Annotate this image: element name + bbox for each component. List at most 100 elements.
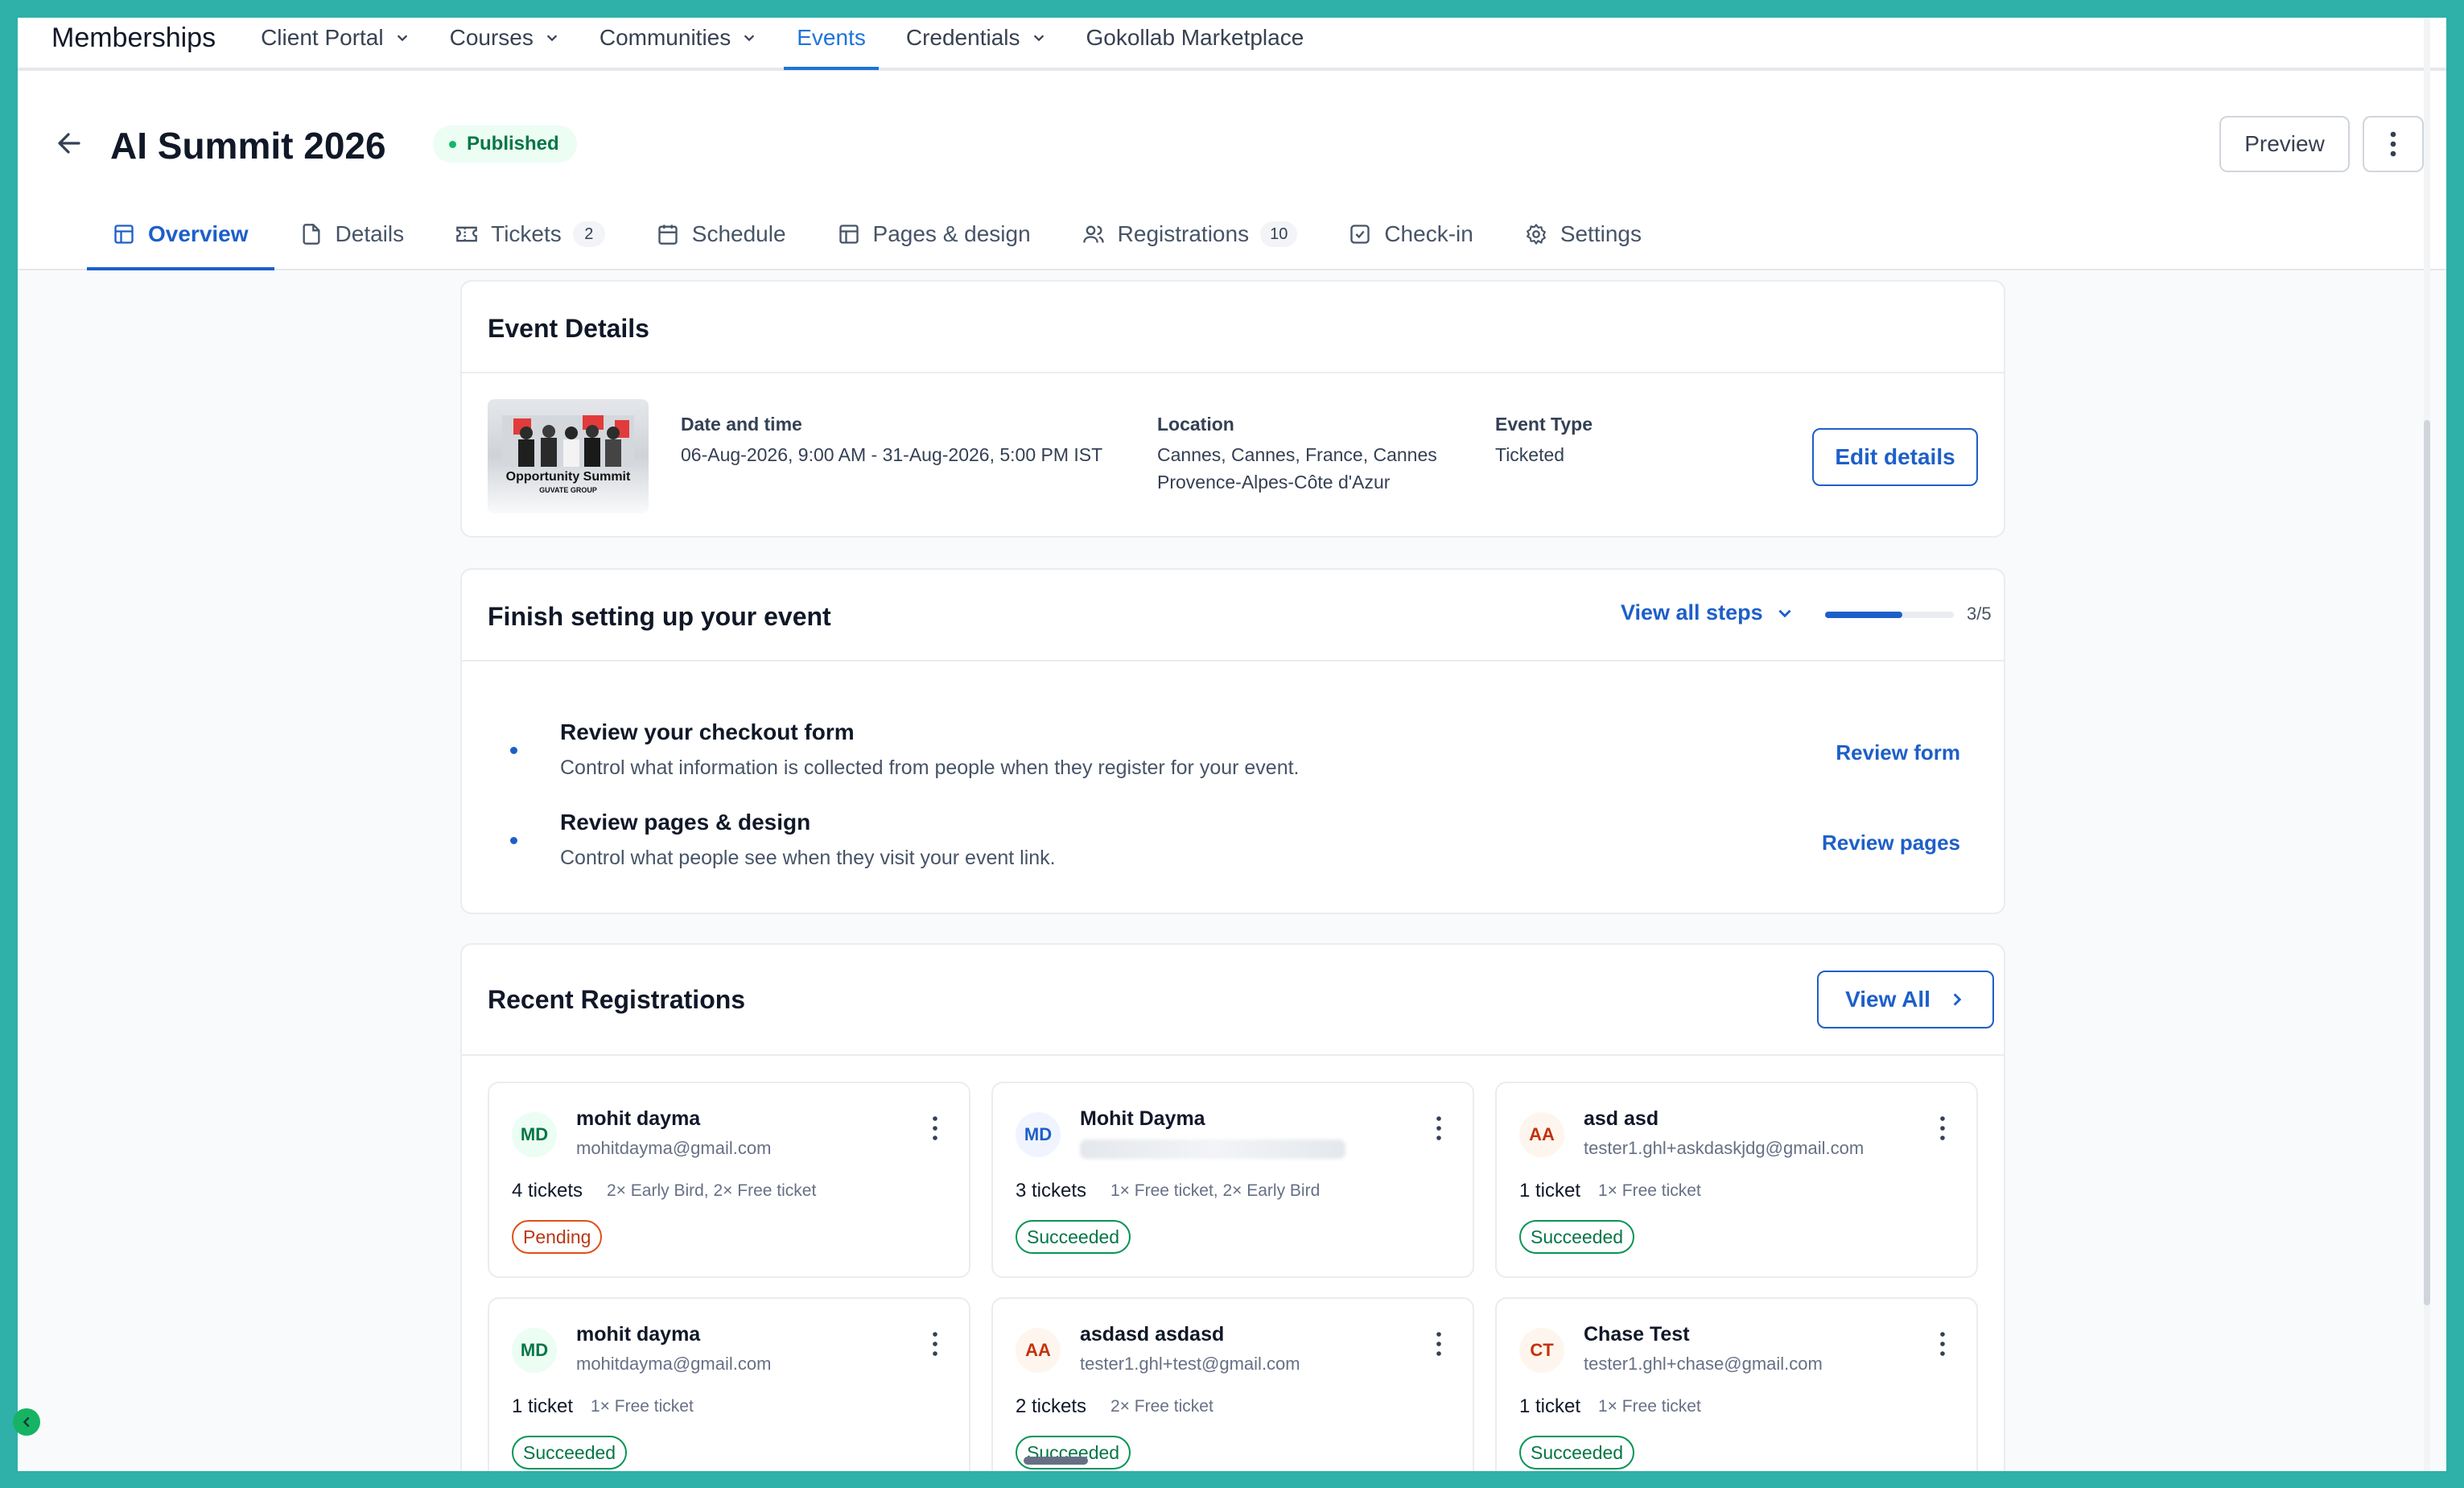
registration-card[interactable]: MD Mohit Dayma 3 tickets 1× Free ticket,… bbox=[991, 1082, 1474, 1278]
payment-status-badge: Pending bbox=[512, 1220, 603, 1254]
file-icon bbox=[303, 224, 320, 245]
ticket-count: 1 ticket bbox=[1519, 1180, 1581, 1202]
recent-registrations-card: Recent Registrations View All MD mohit d… bbox=[460, 943, 2005, 1471]
chevron-left-icon bbox=[23, 1416, 30, 1428]
review-pages-link[interactable]: Review pages bbox=[1822, 831, 1960, 855]
tab-pages-design[interactable]: Pages & design bbox=[812, 198, 1057, 270]
back-arrow-icon[interactable] bbox=[53, 127, 85, 159]
avatar: MD bbox=[512, 1328, 557, 1373]
tab-label: Settings bbox=[1560, 221, 1642, 246]
registration-card[interactable]: MD mohit dayma mohitdayma@gmail.com 1 ti… bbox=[488, 1297, 970, 1471]
finish-setup-card: Finish setting up your event View all st… bbox=[460, 568, 2005, 914]
step-description: Control what information is collected fr… bbox=[560, 756, 1300, 779]
kebab-menu-icon[interactable] bbox=[1429, 1114, 1448, 1143]
status-badge: Published bbox=[433, 126, 577, 163]
registration-card[interactable]: MD mohit dayma mohitdayma@gmail.com 4 ti… bbox=[488, 1082, 970, 1278]
tab-label: Details bbox=[335, 221, 405, 246]
review-form-link[interactable]: Review form bbox=[1836, 740, 1960, 765]
users-icon bbox=[1082, 225, 1104, 243]
step-title: Review your checkout form bbox=[560, 719, 855, 744]
kebab-menu-icon[interactable] bbox=[925, 1114, 945, 1143]
more-options-button[interactable] bbox=[2363, 116, 2424, 172]
kebab-menu-icon bbox=[2390, 131, 2396, 157]
view-all-steps-toggle[interactable]: View all steps bbox=[1621, 600, 1794, 625]
nav-courses[interactable]: Courses bbox=[450, 18, 559, 62]
registration-card[interactable]: AA asd asd tester1.ghl+askdaskjdg@gmail.… bbox=[1495, 1082, 1978, 1278]
registration-card[interactable]: AA asdasd asdasd tester1.ghl+test@gmail.… bbox=[991, 1297, 1474, 1471]
registrant-name: mohit dayma bbox=[576, 1107, 701, 1130]
registrant-name: Mohit Dayma bbox=[1080, 1107, 1205, 1130]
view-all-label: View All bbox=[1845, 987, 1930, 1012]
registrant-email: tester1.ghl+chase@gmail.com bbox=[1584, 1354, 1823, 1374]
tab-label: Registrations bbox=[1117, 221, 1250, 246]
kebab-menu-icon[interactable] bbox=[925, 1329, 945, 1358]
collapse-sidebar-button[interactable] bbox=[13, 1408, 40, 1436]
layout-icon bbox=[114, 225, 134, 244]
registrant-email: mohitdayma@gmail.com bbox=[576, 1354, 772, 1374]
step-description: Control what people see when they visit … bbox=[560, 847, 1056, 869]
ticket-types: 1× Free ticket, 2× Early Bird bbox=[1110, 1181, 1321, 1200]
nav-communities[interactable]: Communities bbox=[600, 18, 756, 62]
tab-overview[interactable]: Overview bbox=[87, 198, 274, 270]
payment-status-badge: Succeeded bbox=[1016, 1220, 1131, 1254]
nav-events[interactable]: Events bbox=[784, 18, 879, 70]
payment-status-badge: Succeeded bbox=[1519, 1220, 1635, 1254]
avatar: MD bbox=[512, 1112, 557, 1157]
avatar: AA bbox=[1519, 1112, 1564, 1157]
registrant-email: tester1.ghl+test@gmail.com bbox=[1080, 1354, 1300, 1374]
horizontal-scroll-thumb[interactable] bbox=[1024, 1457, 1088, 1465]
nav-label: Events bbox=[797, 25, 866, 50]
avatar: MD bbox=[1016, 1112, 1061, 1157]
ticket-count: 4 tickets bbox=[512, 1180, 583, 1202]
registrant-name: Chase Test bbox=[1584, 1323, 1690, 1346]
tab-label: Tickets bbox=[491, 221, 562, 246]
tab-label: Check-in bbox=[1384, 221, 1473, 246]
date-value: 06-Aug-2026, 9:00 AM - 31-Aug-2026, 5:00… bbox=[681, 444, 1103, 465]
thumb-subtitle: GUVATE GROUP bbox=[539, 486, 597, 494]
registrant-name: asdasd asdasd bbox=[1080, 1323, 1225, 1346]
tab-tickets[interactable]: Tickets 2 bbox=[430, 198, 631, 270]
registrant-email: tester1.ghl+askdaskjdg@gmail.com bbox=[1584, 1138, 1864, 1158]
preview-button[interactable]: Preview bbox=[2219, 116, 2350, 172]
setup-progress-text: 3/5 bbox=[1967, 604, 1992, 624]
nav-credentials[interactable]: Credentials bbox=[906, 18, 1046, 62]
tab-registrations[interactable]: Registrations 10 bbox=[1057, 198, 1324, 270]
nav-client-portal[interactable]: Client Portal bbox=[261, 18, 410, 62]
kebab-menu-icon[interactable] bbox=[1429, 1329, 1448, 1358]
nav-marketplace[interactable]: Gokollab Marketplace bbox=[1086, 18, 1304, 62]
chevron-down-icon bbox=[397, 35, 407, 42]
tab-label: Overview bbox=[148, 221, 249, 246]
tab-label: Pages & design bbox=[872, 221, 1031, 246]
divider bbox=[462, 372, 2004, 373]
redacted-email bbox=[1080, 1140, 1345, 1159]
avatar: AA bbox=[1016, 1328, 1061, 1373]
ticket-types: 1× Free ticket bbox=[1598, 1181, 1701, 1200]
chevron-right-icon bbox=[1953, 993, 1962, 1006]
nav-label: Gokollab Marketplace bbox=[1086, 25, 1304, 50]
card-title: Recent Registrations bbox=[488, 985, 746, 1014]
step-bullet bbox=[510, 837, 517, 844]
tab-schedule[interactable]: Schedule bbox=[631, 198, 812, 270]
kebab-menu-icon[interactable] bbox=[1933, 1114, 1952, 1143]
event-photo-image bbox=[502, 415, 634, 467]
event-thumbnail: Opportunity Summit GUVATE GROUP bbox=[488, 399, 649, 513]
ticket-icon bbox=[456, 226, 477, 242]
edit-details-button[interactable]: Edit details bbox=[1812, 428, 1978, 486]
view-all-registrations-button[interactable]: View All bbox=[1817, 971, 1994, 1028]
page-scrollbar[interactable] bbox=[2424, 18, 2430, 1471]
page-title: AI Summit 2026 bbox=[110, 125, 386, 167]
step-title: Review pages & design bbox=[560, 810, 811, 835]
date-label: Date and time bbox=[681, 414, 802, 435]
registration-card[interactable]: CT Chase Test tester1.ghl+chase@gmail.co… bbox=[1495, 1297, 1978, 1471]
tickets-count-badge: 2 bbox=[572, 221, 605, 247]
tab-label: Schedule bbox=[691, 221, 786, 246]
kebab-menu-icon[interactable] bbox=[1933, 1329, 1952, 1358]
tab-check-in[interactable]: Check-in bbox=[1323, 198, 1498, 270]
scroll-thumb[interactable] bbox=[2424, 420, 2430, 1305]
card-title: Finish setting up your event bbox=[488, 602, 831, 631]
chevron-down-icon bbox=[546, 35, 558, 42]
tab-settings[interactable]: Settings bbox=[1499, 198, 1667, 270]
tab-details[interactable]: Details bbox=[274, 198, 431, 270]
event-type-label: Event Type bbox=[1495, 414, 1593, 435]
brand-title: Memberships bbox=[52, 22, 216, 53]
